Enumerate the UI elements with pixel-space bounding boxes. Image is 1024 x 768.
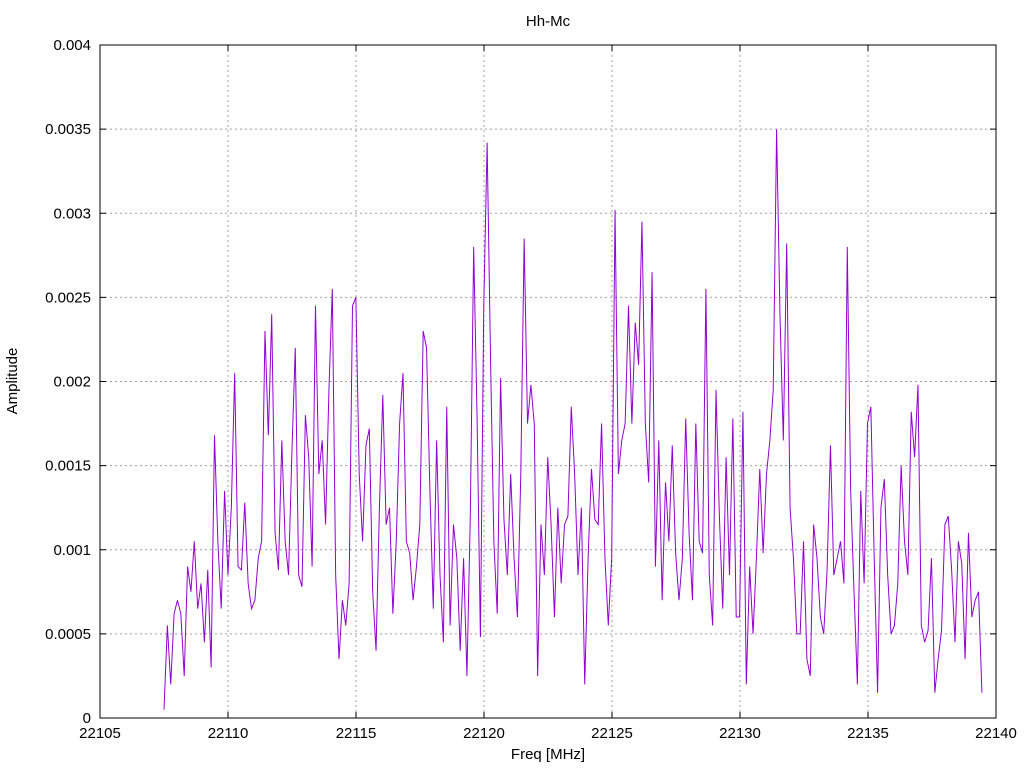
x-tick-label: 22135 — [847, 725, 889, 742]
x-tick-labels: 22105 22110 22115 22120 22125 22130 22135 22140 — [79, 725, 1017, 742]
chart-title: Hh-Mc — [526, 13, 571, 30]
x-tick-label: 22105 — [79, 725, 121, 742]
x-tick-label: 22120 — [463, 725, 505, 742]
amplitude-line-chart: 22105 22110 22115 22120 22125 22130 22135 22140… — [4, 13, 1017, 763]
series-line-0 — [163, 129, 983, 710]
x-tick-label: 22140 — [975, 725, 1017, 742]
x-tick-label: 22125 — [591, 725, 633, 742]
x-tick-label: 22130 — [719, 725, 761, 742]
y-tick-label: 0 — [83, 710, 91, 727]
y-tick-label: 0.004 — [53, 37, 91, 54]
series-layer — [163, 129, 983, 710]
y-tick-label: 0.0005 — [45, 626, 91, 643]
y-tick-label: 0.0015 — [45, 458, 91, 475]
y-tick-label: 0.003 — [53, 205, 91, 222]
y-tick-label: 0.0025 — [45, 289, 91, 306]
y-tick-label: 0.001 — [53, 542, 91, 559]
y-tick-label: 0.002 — [53, 374, 91, 391]
y-axis-label: Amplitude — [4, 348, 21, 415]
x-tick-label: 22110 — [208, 725, 249, 742]
y-tick-labels: 0 0.0005 0.001 0.0015 0.002 0.0025 0.003 0.0035… — [45, 37, 91, 727]
x-tick-label: 22115 — [336, 725, 377, 742]
y-tick-label: 0.0035 — [45, 121, 91, 138]
x-axis-label: Freq [MHz] — [511, 746, 585, 763]
